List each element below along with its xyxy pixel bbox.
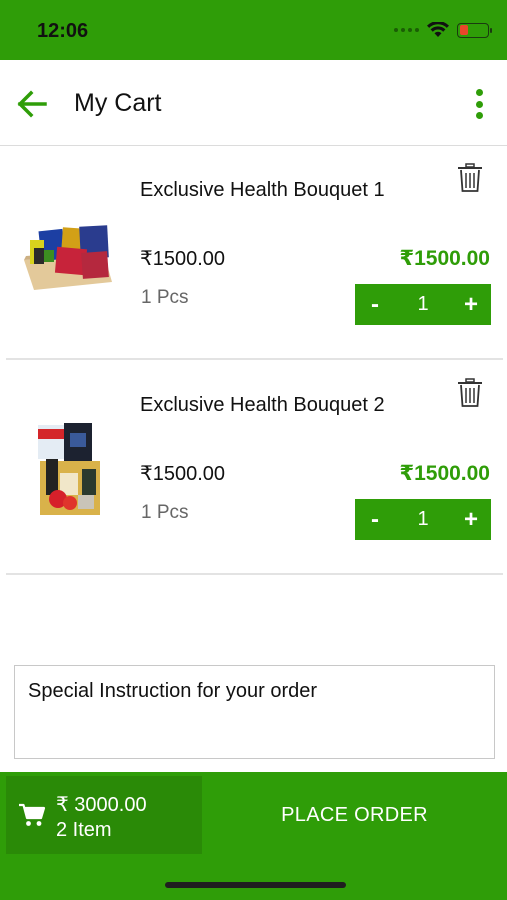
- cart-item-count: 2 Item: [56, 819, 112, 841]
- quantity-stepper: - 1 +: [355, 499, 491, 540]
- cart-total: ₹ 3000.00: [56, 794, 147, 816]
- item-quantity-label: 1 Pcs: [141, 502, 189, 523]
- trash-icon: [458, 378, 482, 407]
- item-name: Exclusive Health Bouquet 2: [140, 394, 385, 416]
- item-price: ₹1500.00: [140, 248, 226, 270]
- delete-item-button[interactable]: [457, 378, 483, 408]
- special-instruction-placeholder: Special Instruction for your order: [28, 680, 318, 702]
- back-button[interactable]: [12, 84, 52, 124]
- cart-item: Exclusive Health Bouquet 1 ₹1500.00 1 Pc…: [0, 146, 507, 360]
- status-time: 12:06: [37, 20, 89, 42]
- increase-quantity-button[interactable]: +: [451, 499, 491, 540]
- product-image: [38, 423, 100, 515]
- back-arrow-icon: [17, 90, 47, 118]
- cart-summary: ₹ 3000.00 2 Item: [6, 776, 202, 854]
- divider: [6, 573, 503, 575]
- app-bar: My Cart: [0, 60, 507, 146]
- place-order-button[interactable]: PLACE ORDER: [202, 776, 507, 854]
- cart-icon: [19, 803, 46, 826]
- quantity-value: 1: [417, 293, 429, 315]
- trash-icon: [458, 163, 482, 192]
- more-vertical-icon: [475, 89, 483, 96]
- wifi-icon: [427, 22, 449, 37]
- item-total: ₹1500.00: [399, 247, 490, 270]
- delete-item-button[interactable]: [457, 163, 483, 193]
- status-bar: 12:06: [0, 0, 507, 60]
- checkout-bar: ₹ 3000.00 2 Item PLACE ORDER: [0, 772, 507, 900]
- home-indicator: [165, 882, 346, 888]
- quantity-stepper: - 1 +: [355, 284, 491, 325]
- divider: [6, 358, 503, 360]
- decrease-quantity-button[interactable]: -: [355, 499, 395, 540]
- item-total: ₹1500.00: [399, 462, 490, 485]
- item-quantity-label: 1 Pcs: [141, 287, 189, 308]
- more-options-button[interactable]: [467, 86, 491, 122]
- decrease-quantity-button[interactable]: -: [355, 284, 395, 325]
- item-name: Exclusive Health Bouquet 1: [140, 179, 385, 201]
- page-title: My Cart: [74, 89, 162, 117]
- increase-quantity-button[interactable]: +: [451, 284, 491, 325]
- product-image: [24, 225, 112, 290]
- cart-item: Exclusive Health Bouquet 2 ₹1500.00 1 Pc…: [0, 361, 507, 575]
- special-instruction-input[interactable]: Special Instruction for your order: [14, 665, 495, 759]
- signal-icon: [394, 28, 419, 32]
- status-icons: [394, 22, 492, 38]
- battery-icon: [457, 22, 492, 38]
- item-price: ₹1500.00: [140, 463, 226, 485]
- quantity-value: 1: [417, 508, 429, 530]
